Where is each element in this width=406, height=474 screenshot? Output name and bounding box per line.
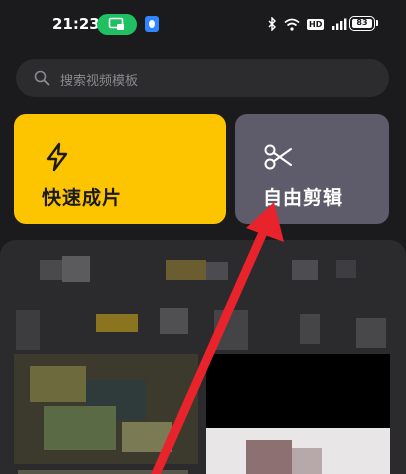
- template-thumbnail-blurred: [246, 440, 292, 474]
- template-thumbnail-blurred: [206, 354, 390, 428]
- status-time: 21:23: [52, 15, 100, 33]
- signal-icon: [332, 18, 347, 30]
- template-thumbnail-blurred: [18, 470, 188, 474]
- quick-create-button[interactable]: 快速成片: [14, 114, 226, 224]
- screen-share-icon: [108, 17, 124, 30]
- battery-percentage: 83: [356, 18, 368, 27]
- template-thumbnail-blurred: [214, 310, 248, 350]
- template-thumbnail-blurred: [96, 314, 138, 332]
- quick-create-label: 快速成片: [42, 187, 123, 209]
- template-thumbnail-blurred: [206, 262, 228, 280]
- app-notification-icon: [145, 16, 159, 32]
- template-thumbnail-blurred: [16, 310, 40, 350]
- template-thumbnail-blurred: [62, 256, 90, 282]
- template-thumbnail-blurred: [40, 260, 62, 280]
- scissors-icon: [264, 144, 292, 170]
- free-edit-button[interactable]: 自由剪辑: [235, 114, 389, 224]
- screen-share-indicator[interactable]: [97, 14, 137, 35]
- template-thumbnail-blurred: [292, 448, 322, 474]
- template-thumbnail-blurred: [292, 260, 318, 280]
- status-bar: 21:23 HD 83: [0, 0, 406, 50]
- search-placeholder: 搜索视频模板: [60, 74, 139, 89]
- template-thumbnail-blurred: [122, 422, 172, 452]
- search-bar[interactable]: 搜索视频模板: [16, 59, 389, 97]
- template-feed[interactable]: [0, 240, 406, 474]
- template-thumbnail-blurred: [160, 308, 188, 334]
- system-icons: HD: [268, 14, 347, 34]
- free-edit-label: 自由剪辑: [263, 187, 344, 209]
- hd-icon: HD: [307, 18, 325, 30]
- template-thumbnail-blurred: [300, 314, 320, 344]
- template-thumbnail-blurred: [30, 366, 86, 402]
- template-thumbnail-blurred: [336, 260, 356, 278]
- battery-cap: [376, 20, 378, 26]
- bluetooth-icon: [268, 17, 276, 31]
- template-thumbnail-blurred: [166, 260, 206, 280]
- battery-icon: 83: [349, 16, 375, 31]
- search-icon: [34, 70, 50, 86]
- template-thumbnail-blurred: [356, 318, 386, 348]
- wifi-icon: [284, 18, 300, 31]
- lightning-icon: [46, 142, 68, 172]
- template-thumbnail-blurred: [44, 406, 116, 450]
